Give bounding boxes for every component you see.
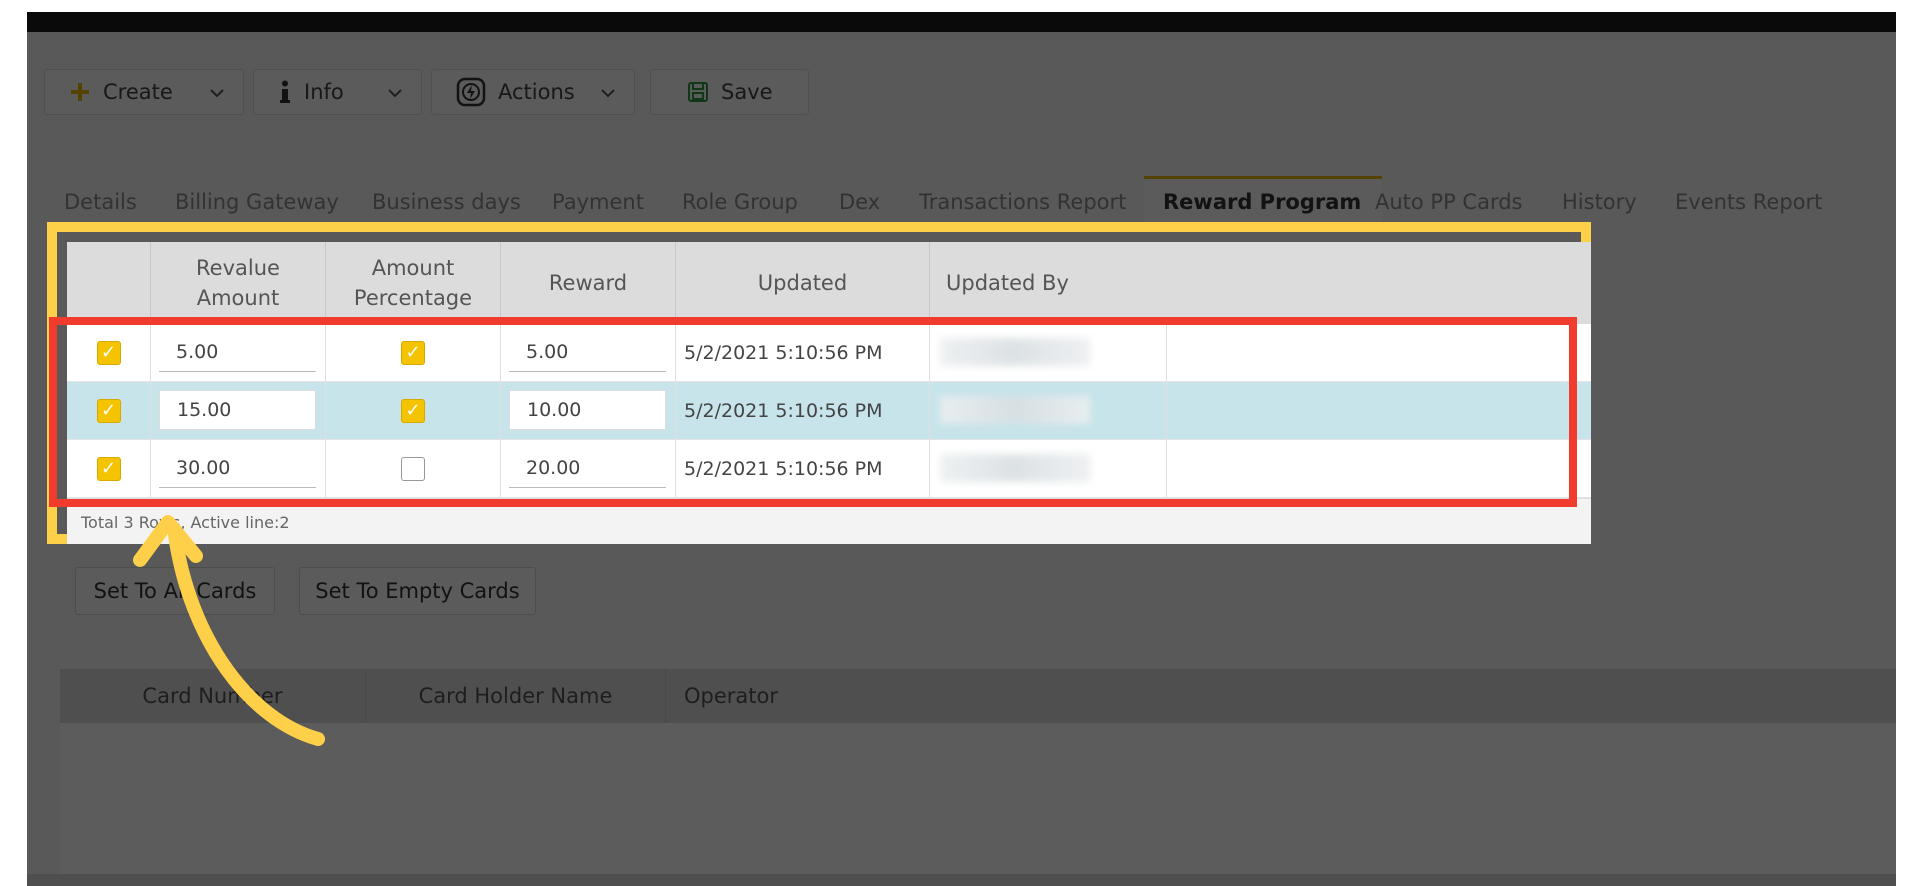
annotation-arrow bbox=[133, 515, 325, 746]
